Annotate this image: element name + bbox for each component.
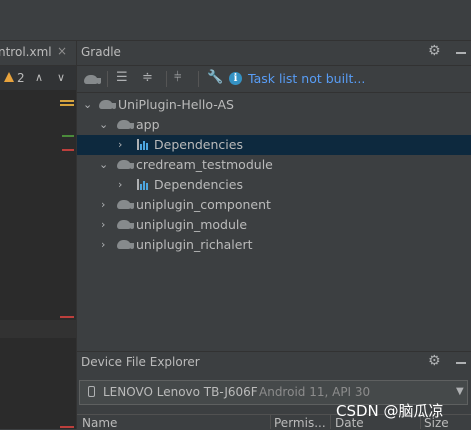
tree-item-label: Dependencies [154,177,243,192]
column-header-permissions[interactable]: Permis... [274,416,326,430]
toolbar-separator [107,71,108,87]
error-marker[interactable] [62,149,74,151]
close-icon[interactable]: × [57,44,67,58]
next-highlight-icon[interactable]: ∨ [57,71,65,84]
tree-item-label: Dependencies [154,137,243,152]
gradle-elephant-icon[interactable] [84,75,101,84]
hide-panel-icon[interactable] [456,52,466,54]
change-marker[interactable] [62,135,74,137]
warning-marker[interactable] [60,100,74,102]
gear-icon[interactable]: ⚙ [428,353,441,369]
gradle-elephant-icon [117,160,134,169]
previous-highlight-icon[interactable]: ∧ [35,71,43,84]
editor-tab-label[interactable]: ntrol.xml [0,45,52,59]
column-header-name[interactable]: Name [82,416,117,430]
wrench-icon[interactable]: 🔧 [207,70,223,85]
collapse-all-icon[interactable]: ≑ [142,70,153,85]
top-toolbar-strip [0,0,471,41]
chevron-down-icon[interactable]: ⌄ [99,158,108,171]
hide-panel-icon[interactable] [456,362,466,364]
column-separator[interactable] [270,414,271,429]
chevron-down-icon[interactable]: ⌄ [99,118,108,131]
device-detail[interactable]: Android 11, API 30 [259,385,370,399]
watermark: CSDN @脑瓜凉 [336,402,444,420]
tree-item-label: app [136,117,160,132]
gradle-elephant-icon [99,100,116,109]
tree-item-uniplugin-module[interactable]: › uniplugin_module [77,215,471,235]
tree-item-dependencies[interactable]: › Dependencies [77,135,471,155]
task-list-not-built-link[interactable]: Task list not built... [248,71,365,86]
gradle-elephant-icon [117,240,134,249]
chevron-right-icon[interactable]: › [118,178,122,191]
tree-item-dependencies[interactable]: › Dependencies [77,175,471,195]
tree-item-label: UniPlugin-Hello-AS [118,97,234,112]
chevron-right-icon[interactable]: › [101,198,105,211]
tree-item-label: uniplugin_richalert [136,237,253,252]
device-name[interactable]: LENOVO Lenovo TB-J606F [103,385,258,399]
toolbar-separator [198,71,199,87]
warning-count[interactable]: 2 [17,71,25,85]
chevron-right-icon[interactable]: › [101,238,105,251]
phone-icon [88,386,95,397]
device-file-explorer-title: Device File Explorer [81,355,200,369]
info-icon: i [229,72,242,85]
chevron-down-icon[interactable]: ▼ [456,386,464,397]
tree-item-uniplugin-component[interactable]: › uniplugin_component [77,195,471,215]
gear-icon[interactable]: ⚙ [428,43,441,59]
chevron-down-icon[interactable]: ⌄ [83,98,92,111]
error-marker[interactable] [60,426,74,428]
tree-item-credream-testmodule[interactable]: ⌄ credream_testmodule [77,155,471,175]
tree-item-label: uniplugin_component [136,197,271,212]
expand-all-icon[interactable]: ☰ [116,70,128,85]
gradle-title-bar [77,41,471,66]
editor-gutter [0,91,76,429]
chevron-right-icon[interactable]: › [118,138,122,151]
tree-item-uniplugin-richalert[interactable]: › uniplugin_richalert [77,235,471,255]
tree-item-label: credream_testmodule [136,157,273,172]
tree-item-label: uniplugin_module [136,217,248,232]
tree-item-uniplugin-hello-as[interactable]: ⌄ UniPlugin-Hello-AS [77,95,471,115]
gradle-elephant-icon [117,220,134,229]
toolbar-separator [166,71,167,87]
editor-current-line [0,320,76,338]
gradle-elephant-icon [117,120,134,129]
gradle-elephant-icon [117,200,134,209]
error-marker[interactable] [60,316,74,318]
column-separator[interactable] [330,414,331,429]
tree-item-app[interactable]: ⌄ app [77,115,471,135]
gradle-panel-title: Gradle [81,45,121,59]
warning-icon[interactable] [4,72,14,82]
chevron-right-icon[interactable]: › [101,218,105,231]
dependencies-icon [137,139,149,150]
warning-marker[interactable] [60,104,74,106]
dependencies-icon [137,179,149,190]
toggle-offline-icon[interactable]: ⫩ [174,70,181,85]
